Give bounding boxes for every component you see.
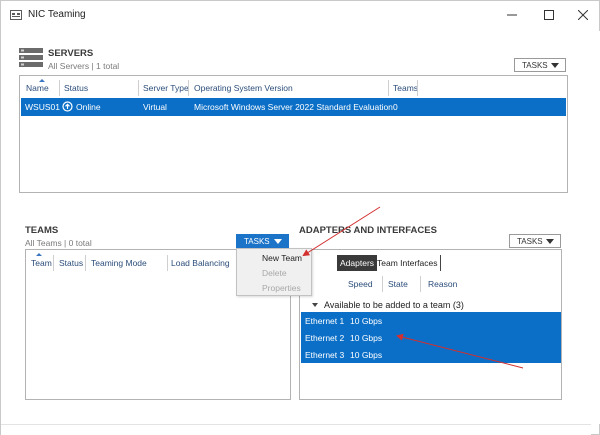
column-divider[interactable] [138, 80, 139, 96]
column-divider[interactable] [85, 255, 86, 271]
column-divider[interactable] [420, 276, 421, 292]
list-item[interactable]: Ethernet 2 10 Gbps [301, 329, 561, 346]
adapter-name: Ethernet 3 [305, 350, 345, 360]
adapters-col-state[interactable]: State [388, 279, 408, 289]
teams-tasks-menu: New Team Delete Properties [236, 248, 312, 296]
menu-item-delete[interactable]: Delete [262, 268, 287, 278]
column-divider[interactable] [417, 80, 418, 96]
server-type: Virtual [143, 102, 167, 112]
tab-team-interfaces-label: Team Interfaces [377, 258, 438, 268]
menu-item-properties[interactable]: Properties [262, 283, 301, 293]
collapse-icon [312, 303, 318, 307]
adapters-panel: Adapters Team Interfaces Speed State Rea… [299, 249, 562, 400]
servers-col-status[interactable]: Status [64, 83, 88, 93]
servers-col-os-version[interactable]: Operating System Version [194, 83, 293, 93]
server-teams-count: 0 [393, 102, 398, 112]
teams-title: TEAMS [25, 225, 59, 236]
maximize-button[interactable] [532, 1, 566, 29]
teams-subtitle: All Teams | 0 total [25, 238, 92, 248]
teams-tasks-button[interactable]: TASKS [236, 234, 289, 248]
nic-teaming-app-icon [10, 10, 22, 20]
column-divider[interactable] [188, 80, 189, 96]
teams-col-load-balancing[interactable]: Load Balancing [171, 258, 230, 268]
column-divider[interactable] [382, 276, 383, 292]
teams-tasks-label: TASKS [244, 236, 270, 246]
minimize-button[interactable] [495, 1, 529, 29]
column-divider[interactable] [167, 255, 168, 271]
servers-table: Name Status Server Type Operating System… [19, 75, 568, 193]
servers-tasks-label: TASKS [522, 60, 548, 70]
teams-col-team[interactable]: Team [31, 258, 52, 268]
servers-col-teams[interactable]: Teams [393, 83, 418, 93]
adapters-col-speed[interactable]: Speed [348, 279, 373, 289]
window-scrollbar[interactable] [591, 31, 600, 424]
chevron-down-icon [274, 239, 282, 244]
close-button[interactable] [566, 1, 600, 29]
adapters-tasks-label: TASKS [517, 236, 543, 246]
teams-col-teaming-mode[interactable]: Teaming Mode [91, 258, 147, 268]
server-status: Online [76, 102, 101, 112]
adapter-group-label: Available to be added to a team (3) [324, 300, 464, 310]
maximize-icon [544, 10, 554, 20]
title-bar: NIC Teaming [1, 1, 599, 31]
tab-adapters[interactable]: Adapters [337, 255, 378, 271]
column-divider[interactable] [53, 255, 54, 271]
servers-col-name[interactable]: Name [26, 83, 49, 93]
adapter-speed: 10 Gbps [350, 316, 383, 326]
adapters-title: ADAPTERS AND INTERFACES [299, 225, 437, 236]
sort-ascending-icon [39, 79, 45, 82]
tab-adapters-label: Adapters [340, 258, 375, 268]
sort-ascending-icon [36, 253, 42, 256]
servers-col-server-type[interactable]: Server Type [143, 83, 189, 93]
tab-team-interfaces[interactable]: Team Interfaces [374, 255, 442, 271]
column-divider[interactable] [59, 80, 60, 96]
adapter-speed: 10 Gbps [350, 333, 383, 343]
online-status-icon [62, 101, 73, 112]
minimize-icon [507, 14, 517, 16]
table-row[interactable]: WSUS01 Online Virtual Microsoft Windows … [21, 98, 566, 116]
servers-subtitle: All Servers | 1 total [48, 61, 120, 71]
servers-icon [19, 48, 43, 67]
adapters-tasks-button[interactable]: TASKS [509, 234, 561, 248]
servers-tasks-button[interactable]: TASKS [514, 58, 566, 72]
adapter-name: Ethernet 2 [305, 333, 345, 343]
adapter-group-header[interactable]: Available to be added to a team (3) [300, 300, 560, 312]
list-item[interactable]: Ethernet 1 10 Gbps [301, 312, 561, 329]
server-os-version: Microsoft Windows Server 2022 Standard E… [194, 102, 393, 112]
bottom-border [1, 424, 591, 435]
adapter-name: Ethernet 1 [305, 316, 345, 326]
servers-title: SERVERS [48, 48, 94, 59]
column-divider[interactable] [388, 80, 389, 96]
window-title: NIC Teaming [28, 9, 86, 20]
nic-teaming-window: NIC Teaming SERVERS All Servers | 1 tota… [0, 0, 600, 435]
menu-item-new-team[interactable]: New Team [262, 253, 302, 263]
chevron-down-icon [551, 63, 559, 68]
adapters-col-reason[interactable]: Reason [428, 279, 457, 289]
list-item[interactable]: Ethernet 3 10 Gbps [301, 346, 561, 363]
adapter-speed: 10 Gbps [350, 350, 383, 360]
chevron-down-icon [546, 239, 554, 244]
server-name: WSUS01 [25, 102, 60, 112]
teams-col-status[interactable]: Status [59, 258, 83, 268]
close-icon [578, 10, 588, 20]
